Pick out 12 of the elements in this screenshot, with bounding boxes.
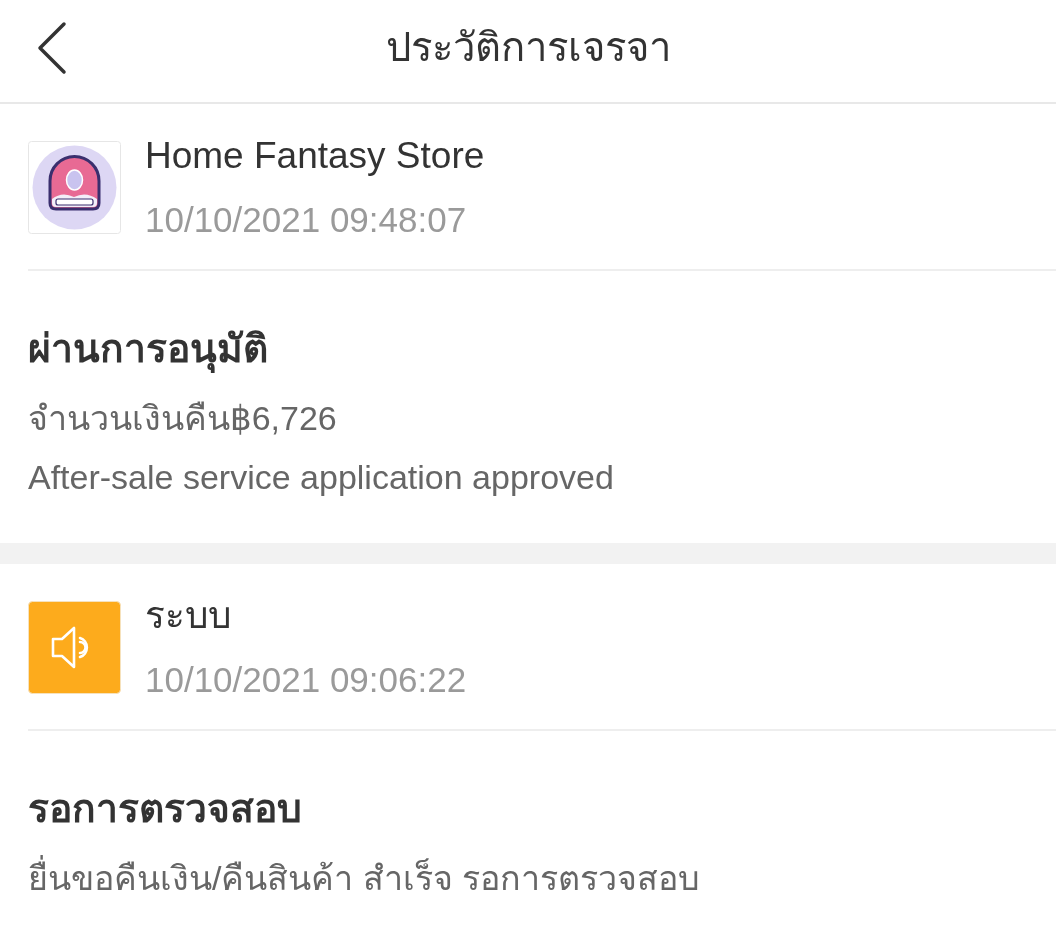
timestamp: 10/10/2021 09:06:22: [145, 659, 467, 701]
status-heading: ผ่านการอนุมัติ: [28, 325, 269, 374]
sender-name: ระบบ: [145, 594, 232, 638]
timestamp: 10/10/2021 09:48:07: [145, 199, 468, 241]
status-heading: รอการตรวจสอบ: [28, 785, 303, 833]
detail-text: After-sale service application approved: [28, 457, 615, 498]
detail-text: จำนวนเงินคืน฿6,726: [28, 398, 338, 439]
detail-text: ยื่นขอคืนเงิน/คืนสินค้า สำเร็จ รอการตรวจสอบ: [28, 849, 1056, 908]
balloon-badge-icon: [28, 141, 121, 234]
page-title: ประวัติการเจรจา: [385, 23, 671, 72]
sender-name: Home Fantasy Store: [145, 134, 485, 178]
speaker-icon: [28, 601, 121, 694]
